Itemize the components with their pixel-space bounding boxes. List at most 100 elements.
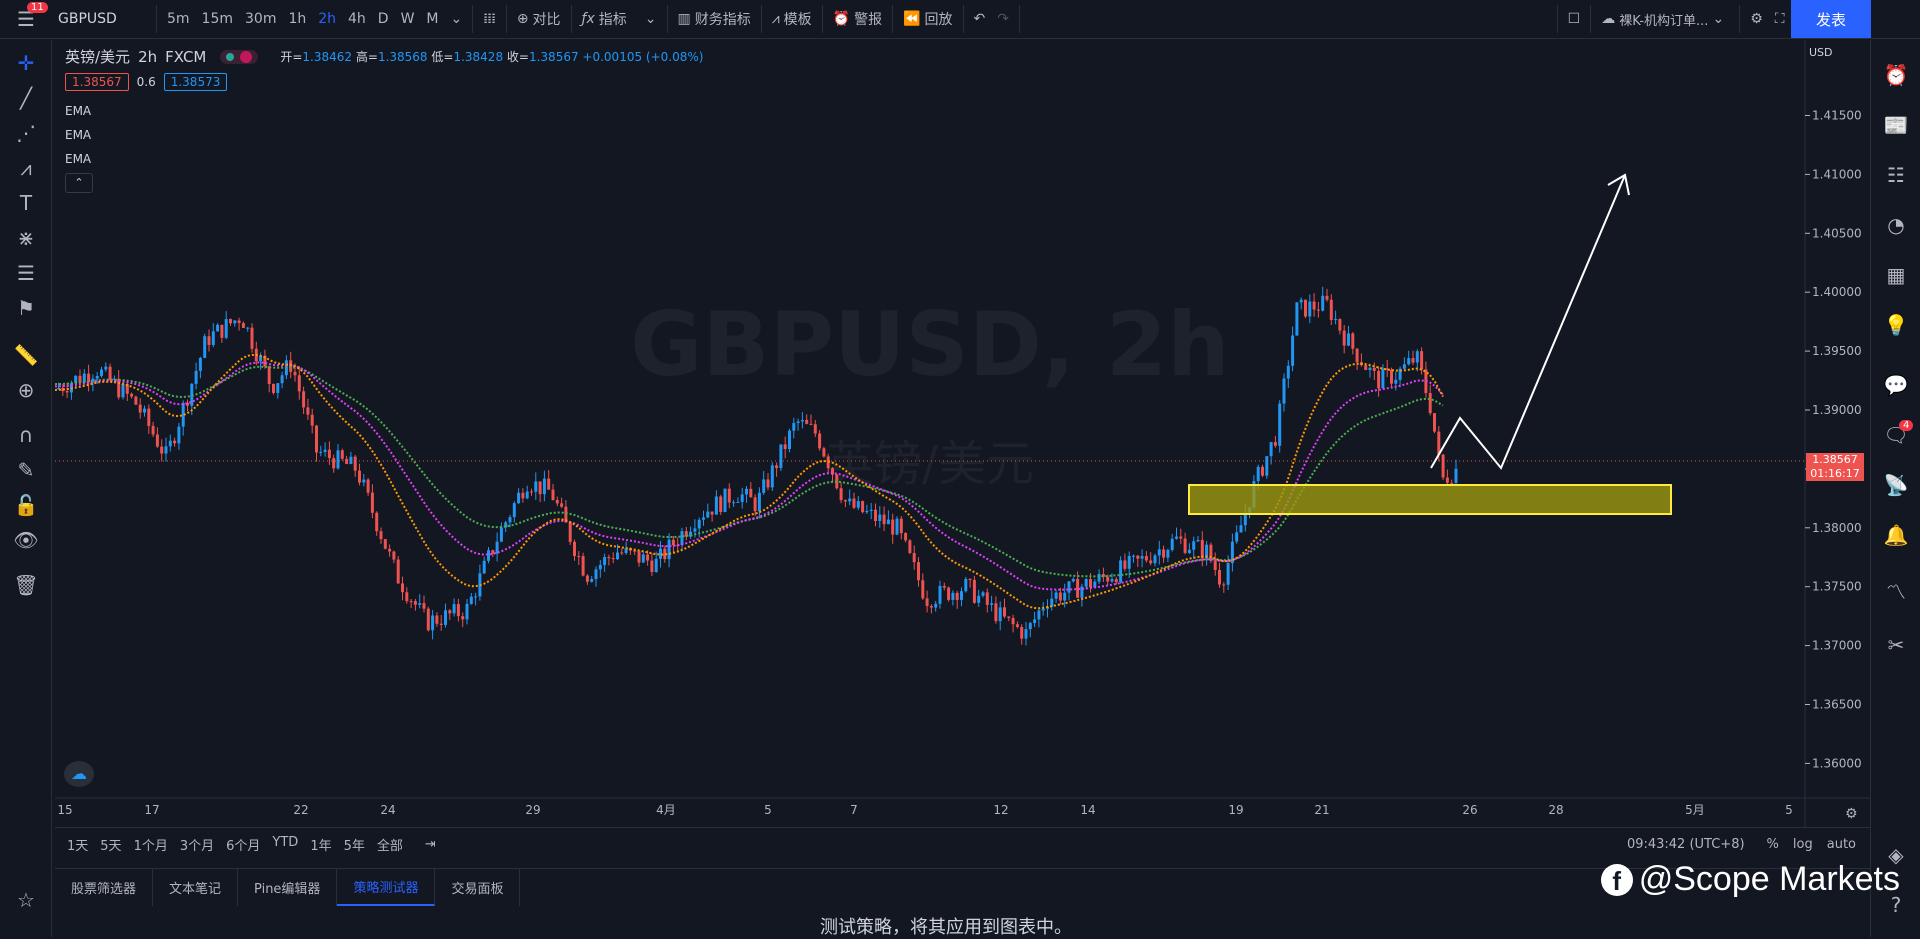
bell-icon[interactable]: 🔔: [1871, 520, 1920, 550]
ruler-icon[interactable]: 📏: [0, 340, 52, 370]
interval-2h[interactable]: 2h: [312, 0, 342, 38]
support-zone[interactable]: [1188, 484, 1672, 515]
range-4[interactable]: 6个月: [226, 835, 260, 854]
zoom-icon[interactable]: ⊕: [0, 375, 52, 405]
log-toggle[interactable]: log: [1793, 837, 1813, 852]
buy-price-button[interactable]: 1.38573: [163, 73, 228, 91]
ema-indicator-1[interactable]: EMA: [65, 104, 91, 118]
price-tick-label: 1.39000: [1812, 403, 1862, 417]
flag-icon[interactable]: ⚑: [0, 293, 52, 323]
sell-price-button[interactable]: 1.38567: [65, 73, 129, 91]
clock[interactable]: 09:43:42 (UTC+8): [1627, 837, 1745, 852]
star-icon[interactable]: ☆: [0, 885, 52, 915]
interval-30m[interactable]: 30m: [239, 0, 282, 38]
panel-tab-4[interactable]: 交易面板: [435, 869, 521, 906]
compare-button[interactable]: ⊕ 对比: [511, 0, 567, 38]
cloud-logo-icon[interactable]: ☁: [64, 761, 94, 787]
axis-settings-icon[interactable]: ⚙: [1845, 806, 1858, 822]
interval-W[interactable]: W: [395, 0, 421, 38]
auto-toggle[interactable]: auto: [1827, 837, 1856, 852]
price-chart[interactable]: GBPUSD, 2h 英镑/美元 1.415001.410001.405001.…: [55, 40, 1870, 827]
interval-M[interactable]: M: [420, 0, 444, 38]
range-5[interactable]: YTD: [272, 835, 298, 854]
panel-tab-1[interactable]: 文本笔记: [153, 869, 239, 906]
panel-tab-2[interactable]: Pine编辑器: [238, 869, 338, 906]
trend-icon[interactable]: 〽: [1871, 575, 1920, 605]
range-8[interactable]: 全部: [377, 835, 403, 854]
range-0[interactable]: 1天: [67, 835, 88, 854]
market-status-icon[interactable]: [220, 49, 259, 64]
alarm-clock-icon[interactable]: ⏰: [1871, 60, 1920, 90]
publish-button[interactable]: 发表: [1791, 0, 1871, 38]
interval-1h[interactable]: 1h: [282, 0, 312, 38]
chart-type-button[interactable]: 𝍖: [477, 0, 502, 38]
menu-button[interactable]: ☰ 11: [0, 0, 52, 38]
news-icon[interactable]: 📰: [1871, 110, 1920, 140]
candle-body: [594, 569, 598, 580]
settings-button[interactable]: ⚙: [1744, 0, 1769, 38]
interval-D[interactable]: D: [372, 0, 395, 38]
redo-button[interactable]: ↷: [991, 0, 1015, 38]
chat-icon[interactable]: 💬: [1871, 370, 1920, 400]
pencil-lock-icon[interactable]: ✎: [0, 455, 52, 485]
layout-button[interactable]: ☐: [1562, 0, 1587, 38]
range-1[interactable]: 5天: [100, 835, 121, 854]
legend-title[interactable]: 英镑/美元: [65, 46, 130, 67]
financials-button[interactable]: ▥ 财务指标: [672, 0, 757, 38]
layout-name[interactable]: ☁ 裸K-机构订单... ⌄: [1595, 0, 1735, 38]
range-7[interactable]: 5年: [344, 835, 365, 854]
time-axis[interactable]: 15 17 22 24 29 4月 5 7 12 14 19 21 26 28 5月 5: [57, 803, 1792, 817]
range-2[interactable]: 1个月: [134, 835, 168, 854]
prediction-icon[interactable]: ⋇: [0, 223, 52, 253]
trash-icon[interactable]: 🗑: [0, 570, 52, 600]
candle-body: [551, 489, 555, 501]
interval-5m[interactable]: 5m: [161, 0, 196, 38]
calendar-icon[interactable]: ▦: [1871, 260, 1920, 290]
interval-dropdown[interactable]: ⌄: [445, 0, 469, 38]
price-axis[interactable]: 1.41500 1.41000 1.40500 1.40000 1.39500 1.390…: [1805, 108, 1862, 770]
panel-tab-3[interactable]: 策略测试器: [337, 869, 436, 906]
measure-lines-icon[interactable]: ☰: [0, 258, 52, 288]
templates-button[interactable]: ⩘ 模板: [766, 0, 818, 38]
alert-button[interactable]: ⏰ 警报: [827, 0, 888, 38]
interval-4h[interactable]: 4h: [342, 0, 372, 38]
watchlist-icon[interactable]: ☷: [1871, 160, 1920, 190]
panel-tab-0[interactable]: 股票筛选器: [55, 869, 154, 906]
candle-body: [1162, 549, 1166, 558]
candle-body: [1304, 299, 1307, 317]
ema-indicator-2[interactable]: EMA: [65, 128, 91, 142]
facebook-icon: f: [1600, 863, 1633, 896]
lock-icon[interactable]: 🔓: [0, 490, 52, 520]
text-icon[interactable]: T: [0, 188, 52, 218]
range-3[interactable]: 3个月: [180, 835, 214, 854]
symbol-search[interactable]: GBPUSD: [52, 0, 152, 38]
fullscreen-button[interactable]: ⛶: [1769, 0, 1791, 38]
replay-button[interactable]: ⏪ 回放: [897, 0, 958, 38]
ema-indicator-3[interactable]: EMA: [65, 152, 91, 166]
candle-body: [1063, 592, 1067, 601]
undo-button[interactable]: ↶: [968, 0, 992, 38]
interval-15m[interactable]: 15m: [196, 0, 239, 38]
timer-icon[interactable]: ◔: [1871, 210, 1920, 240]
candle-body: [349, 456, 353, 464]
projection-arrow[interactable]: [1430, 174, 1626, 470]
trend-line-icon[interactable]: ╱: [0, 83, 52, 113]
crosshair-icon[interactable]: ✛: [0, 48, 52, 78]
collapse-legend-button[interactable]: ⌃: [65, 173, 93, 193]
goto-date-icon[interactable]: ⇥: [425, 837, 436, 852]
ema-line-2[interactable]: [55, 361, 1444, 591]
scissors-icon[interactable]: ✂: [1871, 630, 1920, 660]
candle-body: [1084, 579, 1088, 587]
magnet-icon[interactable]: ∩: [0, 420, 52, 450]
candle-body: [1347, 333, 1350, 346]
ema-line-1[interactable]: [55, 365, 1444, 578]
pattern-icon[interactable]: ⩘: [0, 153, 52, 183]
broadcast-icon[interactable]: 📡: [1871, 470, 1920, 500]
indicators-button[interactable]: ƒx 指标 ⌄: [576, 0, 663, 38]
eye-icon[interactable]: 👁: [0, 525, 52, 555]
percent-toggle[interactable]: %: [1767, 837, 1779, 852]
fib-icon[interactable]: ⋰: [0, 118, 52, 148]
messages-icon[interactable]: 🗨 4: [1871, 420, 1920, 450]
idea-icon[interactable]: 💡: [1871, 310, 1920, 340]
range-6[interactable]: 1年: [310, 835, 331, 854]
